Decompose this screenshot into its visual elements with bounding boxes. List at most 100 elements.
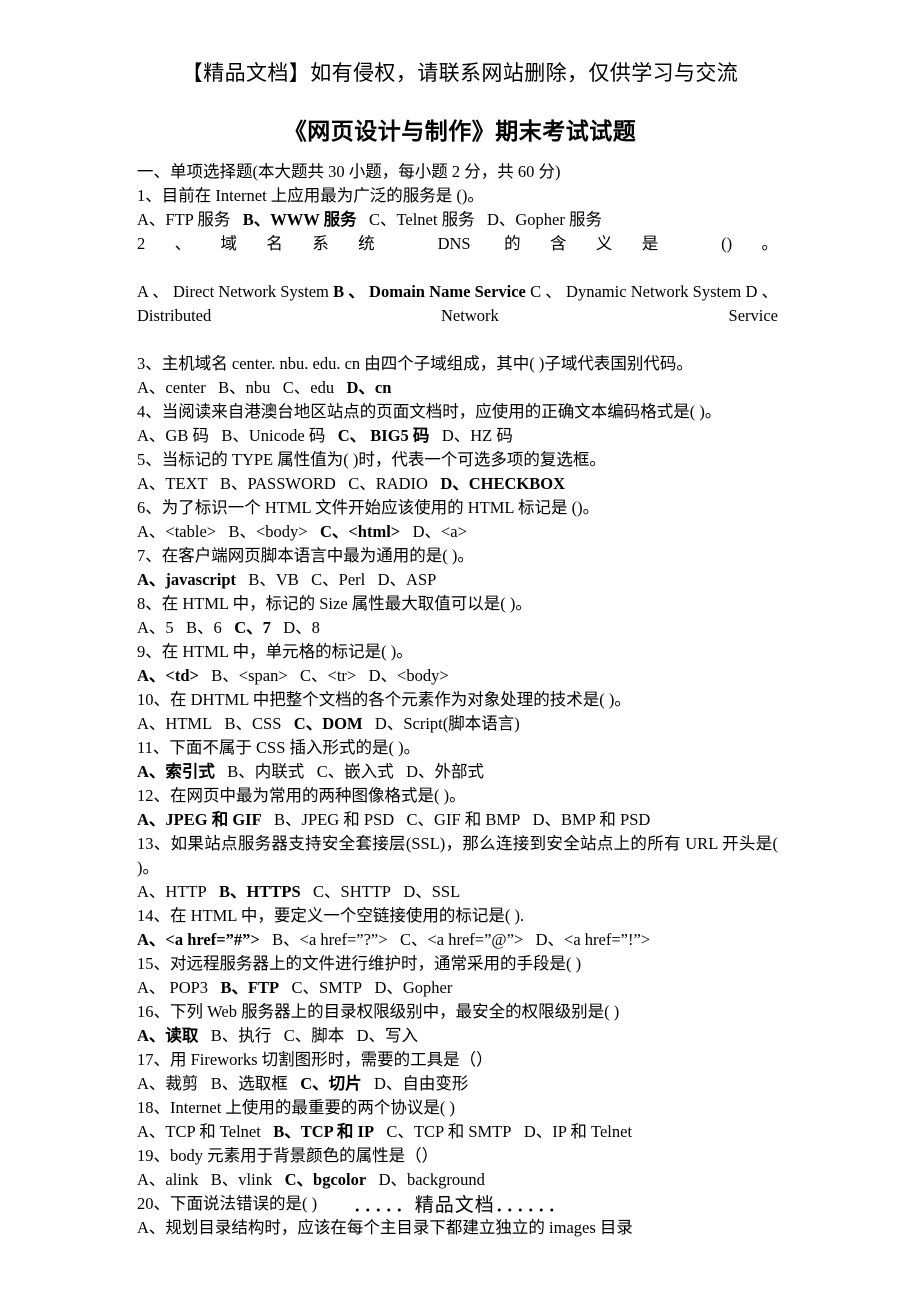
option-choice[interactable]: D、<a> xyxy=(413,522,467,541)
option-separator xyxy=(308,522,320,541)
option-choice[interactable]: C、 BIG5 码 xyxy=(338,426,430,445)
option-separator xyxy=(271,618,283,637)
option-choice[interactable]: B、执行 xyxy=(211,1026,272,1045)
option-choice[interactable]: A、<td> xyxy=(137,666,199,685)
question-options: A、<table> B、<body> C、<html> D、<a> xyxy=(137,520,778,544)
option-choice[interactable]: C、DOM xyxy=(294,714,363,733)
option-choice[interactable]: D、SSL xyxy=(403,882,460,901)
option-choice[interactable]: A、GB 码 xyxy=(137,426,209,445)
option-choice[interactable]: A、 POP3 xyxy=(137,978,208,997)
option-choice[interactable]: C、edu xyxy=(283,378,334,397)
option-choice[interactable]: D、HZ 码 xyxy=(442,426,513,445)
option-choice[interactable]: A、裁剪 xyxy=(137,1074,198,1093)
option-choice[interactable]: C、<html> xyxy=(320,522,400,541)
option-choice[interactable]: A、alink xyxy=(137,1170,198,1189)
option-choice[interactable]: B 、 Domain Name Service xyxy=(333,282,526,301)
option-choice[interactable]: B、内联式 xyxy=(227,762,304,781)
question-stem: 7、在客户端网页脚本语言中最为通用的是( )。 xyxy=(137,546,474,565)
question-stem: 8、在 HTML 中，标记的 Size 属性最大取值可以是( )。 xyxy=(137,594,532,613)
option-choice[interactable]: B、<span> xyxy=(211,666,287,685)
option-separator xyxy=(271,1026,283,1045)
option-choice[interactable]: A 、 Direct Network System xyxy=(137,282,329,301)
option-choice[interactable]: D、外部式 xyxy=(406,762,484,781)
question-options: A、读取 B、执行 C、脚本 D、写入 xyxy=(137,1024,778,1048)
option-choice[interactable]: B、HTTPS xyxy=(219,882,301,901)
option-choice[interactable]: D、BMP 和 PSD xyxy=(533,810,651,829)
option-choice[interactable]: D、IP 和 Telnet xyxy=(524,1122,632,1141)
option-choice[interactable]: D、CHECKBOX xyxy=(440,474,565,493)
option-choice[interactable]: D、Script(脚本语言) xyxy=(375,714,520,733)
option-separator xyxy=(523,930,535,949)
option-choice[interactable]: D、cn xyxy=(346,378,391,397)
option-choice[interactable]: B、VB xyxy=(248,570,298,589)
question-stem: 6、为了标识一个 HTML 文件开始应该使用的 HTML 标记是 ()。 xyxy=(137,498,600,517)
option-choice[interactable]: A、5 xyxy=(137,618,174,637)
question-options: A、TEXT B、PASSWORD C、RADIO D、CHECKBOX xyxy=(137,472,778,496)
option-choice[interactable]: D、<body> xyxy=(369,666,449,685)
option-choice[interactable]: B、TCP 和 IP xyxy=(273,1122,374,1141)
option-choice[interactable]: C、TCP 和 SMTP xyxy=(386,1122,511,1141)
option-choice[interactable]: C、bgcolor xyxy=(285,1170,367,1189)
option-separator xyxy=(520,810,532,829)
option-separator xyxy=(208,474,220,493)
option-choice[interactable]: A、HTTP xyxy=(137,882,207,901)
option-choice[interactable]: C、SHTTP xyxy=(313,882,391,901)
option-choice[interactable]: A、FTP 服务 xyxy=(137,210,230,229)
option-choice[interactable]: D、写入 xyxy=(357,1026,418,1045)
option-choice[interactable]: C、SMTP xyxy=(291,978,362,997)
option-choice[interactable]: A、javascript xyxy=(137,570,236,589)
option-choice[interactable]: D、Gopher xyxy=(374,978,452,997)
option-choice[interactable]: B、6 xyxy=(186,618,222,637)
option-choice[interactable]: C、RADIO xyxy=(348,474,428,493)
option-choice[interactable]: A、JPEG 和 GIF xyxy=(137,810,262,829)
option-choice[interactable]: B、PASSWORD xyxy=(220,474,336,493)
option-choice[interactable]: B、选取框 xyxy=(211,1074,288,1093)
option-choice[interactable]: B、<a href=”?”> xyxy=(272,930,387,949)
question-stem: 11、下面不属于 CSS 插入形式的是( )。 xyxy=(137,738,421,757)
option-choice[interactable]: A、规划目录结构时，应该在每个主目录下都建立独立的 images 目录 xyxy=(137,1218,633,1237)
option-choice[interactable]: D、Gopher 服务 xyxy=(487,210,602,229)
option-choice[interactable]: C、<tr> xyxy=(300,666,356,685)
option-separator xyxy=(475,210,487,229)
option-choice[interactable]: C 、 Dynamic Network System xyxy=(530,282,741,301)
option-choice[interactable]: A、索引式 xyxy=(137,762,215,781)
option-choice[interactable]: C、切片 xyxy=(300,1074,361,1093)
option-choice[interactable]: B、WWW 服务 xyxy=(243,210,357,229)
option-choice[interactable]: D、<a href=”!”> xyxy=(536,930,651,949)
question-stem: 13、如果站点服务器支持安全套接层(SSL)，那么连接到安全站点上的所有 URL… xyxy=(137,834,778,877)
option-choice[interactable]: C、嵌入式 xyxy=(317,762,394,781)
option-choice[interactable]: B、nbu xyxy=(218,378,270,397)
option-separator xyxy=(199,666,211,685)
option-choice[interactable]: C、Perl xyxy=(311,570,365,589)
option-separator xyxy=(363,714,375,733)
option-separator xyxy=(208,978,220,997)
option-choice[interactable]: D、background xyxy=(379,1170,485,1189)
option-choice[interactable]: D、ASP xyxy=(378,570,437,589)
option-choice[interactable]: B、CSS xyxy=(225,714,282,733)
option-choice[interactable]: B、vlink xyxy=(211,1170,272,1189)
option-choice[interactable]: A、HTML xyxy=(137,714,212,733)
option-choice[interactable]: A、<a href=”#”> xyxy=(137,930,260,949)
option-choice[interactable]: B、Unicode 码 xyxy=(221,426,325,445)
option-choice[interactable]: A、TEXT xyxy=(137,474,208,493)
copyright-notice-banner: 【精品文档】如有侵权，请联系网站删除，仅供学习与交流 xyxy=(181,61,739,85)
option-choice[interactable]: D、自由变形 xyxy=(374,1074,468,1093)
option-choice[interactable]: C、Telnet 服务 xyxy=(369,210,475,229)
option-choice[interactable]: D、8 xyxy=(283,618,320,637)
option-choice[interactable]: B、JPEG 和 PSD xyxy=(274,810,394,829)
option-choice[interactable]: A、<table> xyxy=(137,522,216,541)
question-options: A、5 B、6 C、7 D、8 xyxy=(137,616,778,640)
option-choice[interactable]: B、FTP xyxy=(220,978,279,997)
option-choice[interactable]: C、<a href=”@”> xyxy=(400,930,523,949)
option-choice[interactable]: B、<body> xyxy=(228,522,307,541)
question-stem: 3、主机域名 center. nbu. edu. cn 由四个子域组成，其中( … xyxy=(137,354,693,373)
option-choice[interactable]: C、7 xyxy=(234,618,271,637)
option-separator xyxy=(198,1170,210,1189)
question-stem: 4、当阅读来自港澳台地区站点的页面文档时，应使用的正确文本编码格式是( )。 xyxy=(137,402,722,421)
option-choice[interactable]: A、TCP 和 Telnet xyxy=(137,1122,261,1141)
option-choice[interactable]: A、读取 xyxy=(137,1026,198,1045)
option-choice[interactable]: A、center xyxy=(137,378,206,397)
option-choice[interactable]: C、GIF 和 BMP xyxy=(407,810,521,829)
option-choice[interactable]: C、脚本 xyxy=(284,1026,345,1045)
option-separator xyxy=(394,810,406,829)
